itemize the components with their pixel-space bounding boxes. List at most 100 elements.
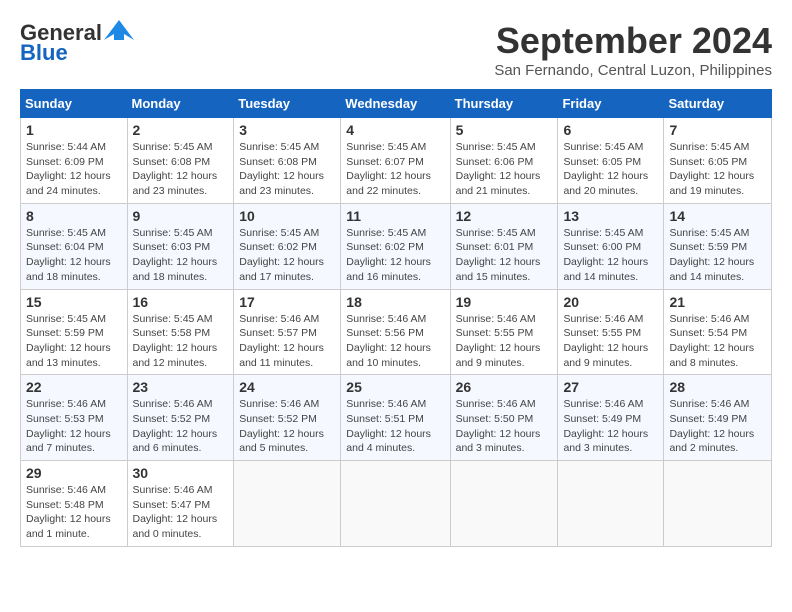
calendar-cell: 18 Sunrise: 5:46 AM Sunset: 5:56 PM Dayli… [341,289,450,375]
calendar-cell: 29Sunrise: 5:46 AM Sunset: 5:48 PM Dayli… [21,461,128,547]
calendar-cell: 5 Sunrise: 5:45 AM Sunset: 6:06 PM Daylig… [450,118,558,204]
weekday-header-friday: Friday [558,90,664,118]
day-number: 10 [239,208,335,224]
calendar-cell: 23 Sunrise: 5:46 AM Sunset: 5:52 PM Dayli… [127,375,234,461]
calendar-cell: 6 Sunrise: 5:45 AM Sunset: 6:05 PM Daylig… [558,118,664,204]
day-number: 19 [456,294,553,310]
day-number: 4 [346,122,444,138]
day-number: 11 [346,208,444,224]
logo-text-blue: Blue [20,40,68,66]
calendar-cell: 3Sunrise: 5:45 AM Sunset: 6:08 PM Daylig… [234,118,341,204]
day-info: Sunrise: 5:45 AM Sunset: 6:00 PM Dayligh… [563,226,658,285]
weekday-header-tuesday: Tuesday [234,90,341,118]
day-number: 2 [133,122,229,138]
day-info: Sunrise: 5:45 AM Sunset: 6:03 PM Dayligh… [133,226,229,285]
day-number: 27 [563,379,658,395]
week-row-5: 29Sunrise: 5:46 AM Sunset: 5:48 PM Dayli… [21,461,772,547]
calendar-cell: 9 Sunrise: 5:45 AM Sunset: 6:03 PM Daylig… [127,203,234,289]
calendar-cell: 1 Sunrise: 5:44 AM Sunset: 6:09 PM Daylig… [21,118,128,204]
day-number: 7 [669,122,766,138]
day-info: Sunrise: 5:46 AM Sunset: 5:53 PM Dayligh… [26,397,122,456]
weekday-header-sunday: Sunday [21,90,128,118]
calendar-cell: 15 Sunrise: 5:45 AM Sunset: 5:59 PM Dayli… [21,289,128,375]
calendar-table: SundayMondayTuesdayWednesdayThursdayFrid… [20,89,772,547]
day-number: 6 [563,122,658,138]
calendar-cell: 2 Sunrise: 5:45 AM Sunset: 6:08 PM Daylig… [127,118,234,204]
day-number: 30 [133,465,229,481]
day-number: 21 [669,294,766,310]
calendar-cell: 28Sunrise: 5:46 AM Sunset: 5:49 PM Dayli… [664,375,772,461]
logo-arrow-icon [104,20,134,40]
day-info: Sunrise: 5:45 AM Sunset: 6:05 PM Dayligh… [669,140,766,199]
calendar-cell: 20 Sunrise: 5:46 AM Sunset: 5:55 PM Dayli… [558,289,664,375]
day-info: Sunrise: 5:46 AM Sunset: 5:56 PM Dayligh… [346,312,444,371]
calendar-cell [558,461,664,547]
day-info: Sunrise: 5:45 AM Sunset: 6:02 PM Dayligh… [346,226,444,285]
day-number: 17 [239,294,335,310]
day-number: 18 [346,294,444,310]
calendar-header: SundayMondayTuesdayWednesdayThursdayFrid… [21,90,772,118]
week-row-4: 22 Sunrise: 5:46 AM Sunset: 5:53 PM Dayli… [21,375,772,461]
calendar-cell: 25Sunrise: 5:46 AM Sunset: 5:51 PM Dayli… [341,375,450,461]
day-info: Sunrise: 5:45 AM Sunset: 6:05 PM Dayligh… [563,140,658,199]
calendar-cell: 27 Sunrise: 5:46 AM Sunset: 5:49 PM Dayli… [558,375,664,461]
day-info: Sunrise: 5:46 AM Sunset: 5:55 PM Dayligh… [563,312,658,371]
month-title: September 2024 [494,20,772,62]
day-info: Sunrise: 5:45 AM Sunset: 5:58 PM Dayligh… [133,312,229,371]
day-info: Sunrise: 5:46 AM Sunset: 5:50 PM Dayligh… [456,397,553,456]
day-info: Sunrise: 5:46 AM Sunset: 5:49 PM Dayligh… [669,397,766,456]
calendar-cell: 26 Sunrise: 5:46 AM Sunset: 5:50 PM Dayli… [450,375,558,461]
day-number: 29 [26,465,122,481]
weekday-header-monday: Monday [127,90,234,118]
title-area: September 2024 San Fernando, Central Luz… [494,20,772,79]
day-info: Sunrise: 5:46 AM Sunset: 5:57 PM Dayligh… [239,312,335,371]
calendar-cell: 13 Sunrise: 5:45 AM Sunset: 6:00 PM Dayli… [558,203,664,289]
weekday-header-thursday: Thursday [450,90,558,118]
calendar-cell: 4 Sunrise: 5:45 AM Sunset: 6:07 PM Daylig… [341,118,450,204]
calendar-cell [234,461,341,547]
day-number: 1 [26,122,122,138]
day-number: 26 [456,379,553,395]
calendar-cell: 10Sunrise: 5:45 AM Sunset: 6:02 PM Dayli… [234,203,341,289]
calendar-cell: 24Sunrise: 5:46 AM Sunset: 5:52 PM Dayli… [234,375,341,461]
weekday-header-saturday: Saturday [664,90,772,118]
calendar-cell: 16Sunrise: 5:45 AM Sunset: 5:58 PM Dayli… [127,289,234,375]
day-info: Sunrise: 5:45 AM Sunset: 6:01 PM Dayligh… [456,226,553,285]
day-number: 12 [456,208,553,224]
calendar-cell: 19 Sunrise: 5:46 AM Sunset: 5:55 PM Dayli… [450,289,558,375]
calendar-cell: 21Sunrise: 5:46 AM Sunset: 5:54 PM Dayli… [664,289,772,375]
day-info: Sunrise: 5:45 AM Sunset: 6:06 PM Dayligh… [456,140,553,199]
day-number: 8 [26,208,122,224]
day-number: 3 [239,122,335,138]
day-info: Sunrise: 5:44 AM Sunset: 6:09 PM Dayligh… [26,140,122,199]
day-info: Sunrise: 5:46 AM Sunset: 5:55 PM Dayligh… [456,312,553,371]
day-info: Sunrise: 5:46 AM Sunset: 5:52 PM Dayligh… [239,397,335,456]
calendar-cell [450,461,558,547]
day-info: Sunrise: 5:45 AM Sunset: 6:07 PM Dayligh… [346,140,444,199]
day-number: 9 [133,208,229,224]
day-number: 25 [346,379,444,395]
day-number: 20 [563,294,658,310]
calendar-cell: 14 Sunrise: 5:45 AM Sunset: 5:59 PM Dayli… [664,203,772,289]
calendar-cell: 11 Sunrise: 5:45 AM Sunset: 6:02 PM Dayli… [341,203,450,289]
day-info: Sunrise: 5:46 AM Sunset: 5:47 PM Dayligh… [133,483,229,542]
day-number: 15 [26,294,122,310]
calendar-body: 1 Sunrise: 5:44 AM Sunset: 6:09 PM Daylig… [21,118,772,547]
day-number: 5 [456,122,553,138]
day-number: 22 [26,379,122,395]
day-info: Sunrise: 5:45 AM Sunset: 5:59 PM Dayligh… [669,226,766,285]
day-info: Sunrise: 5:45 AM Sunset: 5:59 PM Dayligh… [26,312,122,371]
calendar-cell [664,461,772,547]
weekday-header-row: SundayMondayTuesdayWednesdayThursdayFrid… [21,90,772,118]
week-row-1: 1 Sunrise: 5:44 AM Sunset: 6:09 PM Daylig… [21,118,772,204]
day-number: 14 [669,208,766,224]
calendar-cell: 22 Sunrise: 5:46 AM Sunset: 5:53 PM Dayli… [21,375,128,461]
day-info: Sunrise: 5:46 AM Sunset: 5:52 PM Dayligh… [133,397,229,456]
calendar-cell: 12 Sunrise: 5:45 AM Sunset: 6:01 PM Dayli… [450,203,558,289]
day-info: Sunrise: 5:46 AM Sunset: 5:49 PM Dayligh… [563,397,658,456]
day-number: 23 [133,379,229,395]
day-number: 13 [563,208,658,224]
day-info: Sunrise: 5:45 AM Sunset: 6:08 PM Dayligh… [133,140,229,199]
day-info: Sunrise: 5:45 AM Sunset: 6:04 PM Dayligh… [26,226,122,285]
calendar-cell [341,461,450,547]
